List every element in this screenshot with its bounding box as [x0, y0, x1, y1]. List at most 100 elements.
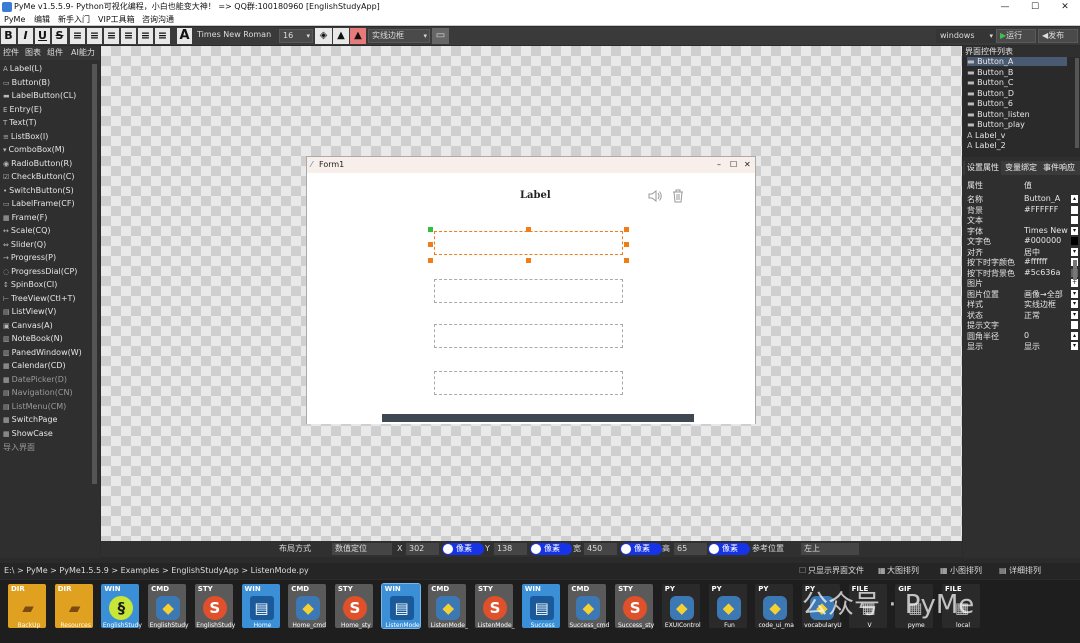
width-input[interactable]: 450	[584, 543, 617, 555]
control-item[interactable]: ▤ ListMenu(CM)	[3, 402, 66, 411]
control-item[interactable]: A Label(L)	[3, 64, 42, 73]
tree-item[interactable]: ▬ Button_6	[967, 99, 1013, 108]
control-item[interactable]: E Entry(E)	[3, 105, 42, 114]
align-top-center-icon[interactable]: ≡	[87, 28, 102, 44]
file-item[interactable]: CMD ◆ Success_cmd	[566, 584, 609, 640]
tab-properties[interactable]: 设置属性	[965, 161, 1001, 175]
prop-value[interactable]: Button_A	[1024, 194, 1068, 203]
bold-button[interactable]: B	[1, 28, 16, 44]
file-item[interactable]: PY ◆ EXUIControl	[660, 584, 702, 640]
prop-spin-icon[interactable]: +	[1071, 279, 1078, 287]
button-d[interactable]	[434, 371, 623, 395]
tooltip-icon[interactable]: ▭	[432, 28, 449, 44]
color-swatch[interactable]	[1071, 205, 1078, 214]
form-window[interactable]: ⁄ Form1 – ☐ ✕ Label	[306, 156, 756, 424]
show-ui-files-toggle[interactable]: 只显示界面文件	[808, 563, 864, 579]
file-item[interactable]: CMD ◆ Home_cmd	[286, 584, 328, 640]
image-icon[interactable]: ▲	[333, 28, 349, 44]
prop-spin-icon[interactable]: ▾	[1071, 226, 1078, 235]
form-minimize-icon[interactable]: –	[717, 157, 721, 173]
align-top-right-icon[interactable]: ≡	[104, 28, 119, 44]
prop-value[interactable]: 显示	[1024, 341, 1068, 352]
color-swatch[interactable]	[1071, 237, 1078, 245]
control-item[interactable]: ▦ SwitchPage	[3, 415, 57, 424]
italic-button[interactable]: I	[18, 28, 33, 44]
file-item[interactable]: STY S Home_sty	[333, 584, 375, 640]
menu-getting-started[interactable]: 新手入门	[58, 14, 90, 26]
tree-item[interactable]: ▬ Button_C	[967, 78, 1014, 87]
align-left-icon[interactable]: ≡	[121, 28, 136, 44]
prop-spin-icon[interactable]: ▾	[1071, 247, 1078, 256]
prop-spin-icon[interactable]: ▾	[1071, 300, 1078, 308]
menu-vip-tools[interactable]: VIP工具箱	[98, 14, 135, 26]
file-item[interactable]: WIN ▤ ListenMode	[380, 583, 422, 640]
small-icons-view[interactable]: 小图排列	[950, 563, 982, 579]
tree-item[interactable]: ▬ Button_D	[967, 89, 1014, 98]
font-family-select[interactable]: Times New Roman	[194, 29, 276, 43]
control-item[interactable]: ▾ ComboBox(M)	[3, 145, 65, 154]
import-ui-button[interactable]: 导入界面	[3, 442, 35, 453]
file-item[interactable]: CMD ◆ ListenMode_	[426, 584, 468, 640]
close-button[interactable]: ✕	[1050, 0, 1080, 14]
control-item[interactable]: ▥ NoteBook(N)	[3, 334, 63, 343]
font-color-icon[interactable]: A	[177, 28, 192, 44]
prop-spin-icon[interactable]: ▾	[1071, 310, 1078, 319]
button-a-selected[interactable]	[434, 231, 623, 255]
tab-components[interactable]: 组件	[47, 46, 63, 60]
reference-select[interactable]: 左上	[801, 543, 859, 555]
resize-handle[interactable]	[428, 227, 433, 232]
file-item[interactable]: PY ◆ Fun	[707, 584, 749, 640]
file-item[interactable]: DIR ▰ BackUp	[6, 584, 48, 640]
resize-handle[interactable]	[526, 227, 531, 232]
run-button[interactable]: ▶运行	[996, 29, 1036, 43]
minimize-button[interactable]: —	[990, 0, 1020, 14]
form-close-icon[interactable]: ✕	[744, 157, 751, 173]
file-item[interactable]: STY S ListenMode_	[473, 584, 515, 640]
file-item[interactable]: PY ◆ code_ui_ma	[753, 584, 795, 640]
platform-select[interactable]: windows ▾	[936, 29, 996, 43]
control-item[interactable]: ▤ Navigation(CN)	[3, 388, 73, 397]
tree-item[interactable]: A Label_2	[967, 141, 1006, 150]
form-label[interactable]: Label	[520, 190, 551, 201]
prop-value[interactable]: 实线边框	[1024, 299, 1068, 310]
prop-value[interactable]: #FFFFFF	[1024, 205, 1068, 214]
align-top-left-icon[interactable]: ≡	[70, 28, 85, 44]
file-item[interactable]: DIR ▰ Resources	[53, 584, 95, 640]
font-size-select[interactable]: 16 ▾	[279, 29, 313, 43]
button-c[interactable]	[434, 324, 623, 348]
props-scrollbar[interactable]	[1073, 260, 1077, 280]
prop-spin-icon[interactable]: ▾	[1071, 342, 1078, 350]
speaker-icon[interactable]	[647, 188, 663, 204]
y-unit-toggle[interactable]: 像素	[530, 543, 572, 555]
control-item[interactable]: ▦ ShowCase	[3, 429, 53, 438]
tree-item[interactable]: ▬ Button_listen	[967, 110, 1030, 119]
control-item[interactable]: ≡ ListBox(I)	[3, 132, 48, 141]
tree-scrollbar[interactable]	[1075, 58, 1079, 148]
details-view[interactable]: 详细排列	[1009, 563, 1041, 579]
palette-scrollbar[interactable]	[92, 64, 97, 484]
control-item[interactable]: ☑ CheckButton(C)	[3, 172, 75, 181]
x-input[interactable]: 302	[406, 543, 439, 555]
control-item[interactable]: → Progress(P)	[3, 253, 56, 262]
form-maximize-icon[interactable]: ☐	[730, 157, 737, 173]
resize-handle[interactable]	[428, 242, 433, 247]
breadcrumb[interactable]: E:\ > PyMe > PyMe1.5.5.9 > Examples > En…	[4, 563, 309, 579]
file-item[interactable]: WIN ▤ Home	[240, 584, 282, 640]
control-item[interactable]: ↕ SpinBox(CI)	[3, 280, 57, 289]
tree-item[interactable]: ▬ Button_play	[967, 120, 1025, 129]
control-item[interactable]: ▤ ListView(V)	[3, 307, 56, 316]
control-item[interactable]: ◉ RadioButton(R)	[3, 159, 72, 168]
control-item[interactable]: ▦ Calendar(CD)	[3, 361, 66, 370]
resize-handle[interactable]	[428, 258, 433, 263]
control-item[interactable]: ↔ Scale(CQ)	[3, 226, 51, 235]
tab-ai[interactable]: AI能力	[71, 46, 95, 60]
control-item[interactable]: ▣ Canvas(A)	[3, 321, 53, 330]
prop-value[interactable]: #ffffff	[1024, 257, 1068, 266]
control-item[interactable]: ▭ Button(B)	[3, 78, 50, 87]
control-item[interactable]: ▬ LabelButton(CL)	[3, 91, 76, 100]
resize-handle[interactable]	[624, 242, 629, 247]
control-item[interactable]: ▥ PanedWindow(W)	[3, 348, 82, 357]
small-grid-icon[interactable]: ▦	[940, 563, 948, 579]
control-item[interactable]: ⇔ Slider(Q)	[3, 240, 46, 249]
background-image-icon[interactable]: ▲	[350, 28, 366, 44]
